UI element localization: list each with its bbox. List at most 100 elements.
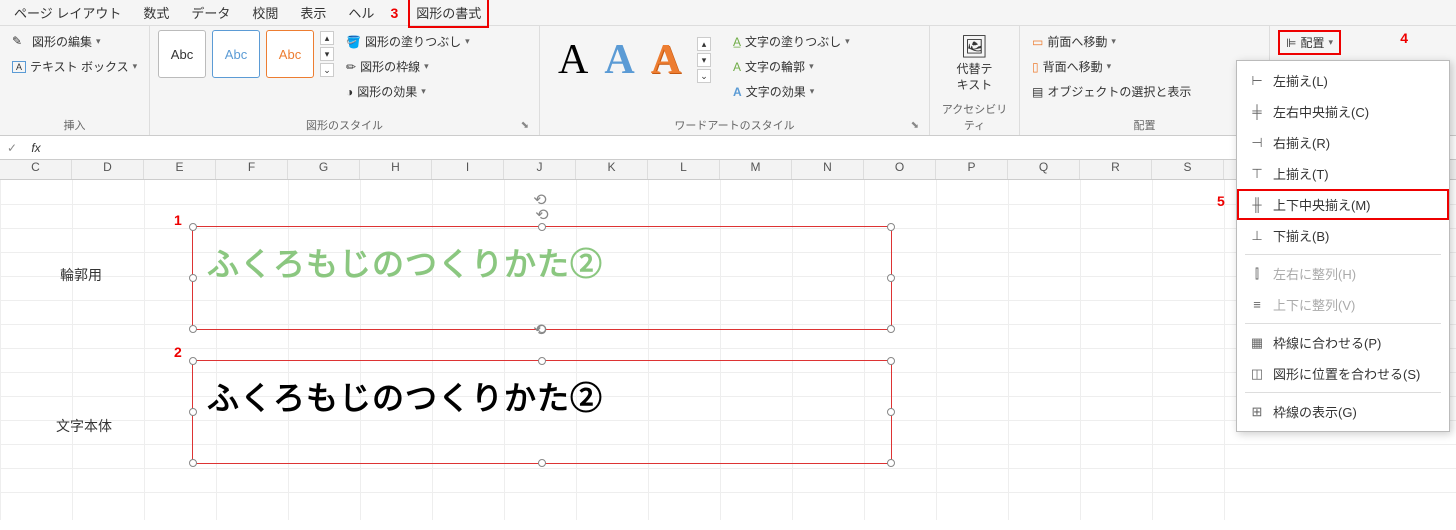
resize-handle[interactable] <box>887 459 895 467</box>
send-back-button[interactable]: ▯ 背面へ移動 ▾ <box>1028 55 1195 78</box>
tab-view[interactable]: 表示 <box>294 0 332 26</box>
column-header[interactable]: M <box>720 160 792 179</box>
distribute-v-item: ≡上下に整列(V) <box>1237 289 1449 320</box>
resize-handle[interactable] <box>887 408 895 416</box>
column-header[interactable]: K <box>576 160 648 179</box>
column-header[interactable]: Q <box>1008 160 1080 179</box>
column-header[interactable]: J <box>504 160 576 179</box>
column-header[interactable]: G <box>288 160 360 179</box>
shape-style-preset-3[interactable]: Abc <box>266 30 314 78</box>
distribute-h-label: 左右に整列(H) <box>1273 264 1356 283</box>
text-outline-label: 文字の輪郭 <box>745 58 805 75</box>
bring-front-label: 前面へ移動 <box>1047 33 1107 50</box>
resize-handle[interactable] <box>538 357 546 365</box>
column-header[interactable]: R <box>1080 160 1152 179</box>
align-right-item[interactable]: ⊣右揃え(R) <box>1237 127 1449 158</box>
dialog-launcher-icon[interactable]: ⬊ <box>911 120 919 131</box>
text-box-button[interactable]: A テキスト ボックス ▾ <box>8 55 141 78</box>
text-fill-button[interactable]: A̲ 文字の塗りつぶし ▾ <box>729 30 854 53</box>
resize-handle[interactable] <box>189 459 197 467</box>
resize-handle[interactable] <box>189 325 197 333</box>
resize-handle[interactable] <box>189 408 197 416</box>
shape-style-preset-2[interactable]: Abc <box>212 30 260 78</box>
rotate-handle-icon-mid[interactable]: ⟲ <box>533 320 546 340</box>
shape-outline-button[interactable]: ✏ 図形の枠線 ▾ <box>342 55 474 78</box>
align-middle-v-item[interactable]: ╫上下中央揃え(M) <box>1237 189 1449 220</box>
tab-shape-format[interactable]: 図形の書式 <box>408 0 489 28</box>
snap-shape-item[interactable]: ◫図形に位置を合わせる(S) <box>1237 358 1449 389</box>
align-center-h-item[interactable]: ╪左右中央揃え(C) <box>1237 96 1449 127</box>
selection-pane-button[interactable]: ▤ オブジェクトの選択と表示 <box>1028 80 1195 103</box>
resize-handle[interactable] <box>887 274 895 282</box>
fx-icon[interactable]: fx <box>24 141 48 155</box>
gallery-up-icon[interactable]: ▴ <box>697 37 711 51</box>
snap-grid-item[interactable]: ▦枠線に合わせる(P) <box>1237 327 1449 358</box>
text-outline-button[interactable]: A 文字の輪郭 ▾ <box>729 55 854 78</box>
column-header[interactable]: H <box>360 160 432 179</box>
resize-handle[interactable] <box>538 459 546 467</box>
wordart-preset-2[interactable]: A <box>604 36 634 84</box>
pen-icon: ✏ <box>346 60 356 74</box>
selected-shape-outline-text[interactable]: ⟲ ふくろもじのつくりかた② <box>192 226 892 330</box>
fx-cancel-icon[interactable]: ✓ <box>0 141 24 155</box>
text-fill-icon: A̲ <box>733 35 741 49</box>
shape-effects-label: 図形の効果 <box>357 83 417 100</box>
gallery-up-icon[interactable]: ▴ <box>320 31 334 45</box>
align-menu-button[interactable]: ⊫ 配置 ▾ <box>1278 30 1341 55</box>
edit-shape-button[interactable]: ✎ 図形の編集 ▾ <box>8 30 141 53</box>
column-header[interactable]: P <box>936 160 1008 179</box>
selection-pane-label: オブジェクトの選択と表示 <box>1047 83 1191 100</box>
resize-handle[interactable] <box>189 223 197 231</box>
column-header[interactable]: N <box>792 160 864 179</box>
align-icon: ⊫ <box>1286 36 1296 50</box>
dialog-launcher-icon[interactable]: ⬊ <box>521 120 529 131</box>
align-bottom-item[interactable]: ⊥下揃え(B) <box>1237 220 1449 251</box>
shape-style-preset-1[interactable]: Abc <box>158 30 206 78</box>
resize-handle[interactable] <box>189 357 197 365</box>
resize-handle[interactable] <box>189 274 197 282</box>
column-header[interactable]: C <box>0 160 72 179</box>
dropdown-separator <box>1245 392 1441 393</box>
wordart-preset-1[interactable]: A <box>558 36 588 84</box>
align-top-icon: ⊤ <box>1249 166 1265 182</box>
rotate-handle-icon-top[interactable]: ⟲ <box>533 190 546 210</box>
resize-handle[interactable] <box>887 357 895 365</box>
text-effects-button[interactable]: A 文字の効果 ▾ <box>729 80 854 103</box>
align-top-item[interactable]: ⊤上揃え(T) <box>1237 158 1449 189</box>
resize-handle[interactable] <box>887 223 895 231</box>
column-header[interactable]: E <box>144 160 216 179</box>
paint-bucket-icon: 🪣 <box>346 35 361 49</box>
column-header[interactable]: I <box>432 160 504 179</box>
chevron-down-icon: ▾ <box>96 36 101 47</box>
resize-handle[interactable] <box>538 223 546 231</box>
shape-text-outline: ふくろもじのつくりかた② <box>207 239 603 285</box>
gallery-more-icon[interactable]: ⌄ <box>320 63 334 77</box>
tab-data[interactable]: データ <box>185 0 236 26</box>
alt-text-label-1: 代替テ <box>956 62 992 76</box>
alt-text-button[interactable]: 🖼 代替テ キスト <box>948 30 1002 97</box>
resize-handle[interactable] <box>887 325 895 333</box>
snap-shape-label: 図形に位置を合わせる(S) <box>1273 364 1420 383</box>
selected-shape-body-text[interactable]: ふくろもじのつくりかた② <box>192 360 892 464</box>
shape-fill-button[interactable]: 🪣 図形の塗りつぶし ▾ <box>342 30 474 53</box>
column-header[interactable]: D <box>72 160 144 179</box>
column-header[interactable]: F <box>216 160 288 179</box>
dropdown-separator <box>1245 254 1441 255</box>
row-label-body: 文字本体 <box>56 416 112 436</box>
gallery-down-icon[interactable]: ▾ <box>320 47 334 61</box>
column-header[interactable]: O <box>864 160 936 179</box>
gallery-more-icon[interactable]: ⌄ <box>697 69 711 83</box>
column-header[interactable]: S <box>1152 160 1224 179</box>
shape-effects-button[interactable]: ◑ 図形の効果 ▾ <box>342 80 474 103</box>
bring-front-button[interactable]: ▭ 前面へ移動 ▾ <box>1028 30 1195 53</box>
tab-formula[interactable]: 数式 <box>137 0 175 26</box>
tab-review[interactable]: 校閲 <box>246 0 284 26</box>
tab-page-layout[interactable]: ページ レイアウト <box>8 0 127 26</box>
wordart-preset-3[interactable]: A <box>651 36 681 84</box>
column-header[interactable]: L <box>648 160 720 179</box>
align-left-item[interactable]: ⊢左揃え(L) <box>1237 65 1449 96</box>
chevron-down-icon: ▾ <box>1111 36 1116 47</box>
view-gridlines-item[interactable]: ⊞枠線の表示(G) <box>1237 396 1449 427</box>
gallery-down-icon[interactable]: ▾ <box>697 53 711 67</box>
tab-help[interactable]: ヘル <box>342 0 380 26</box>
